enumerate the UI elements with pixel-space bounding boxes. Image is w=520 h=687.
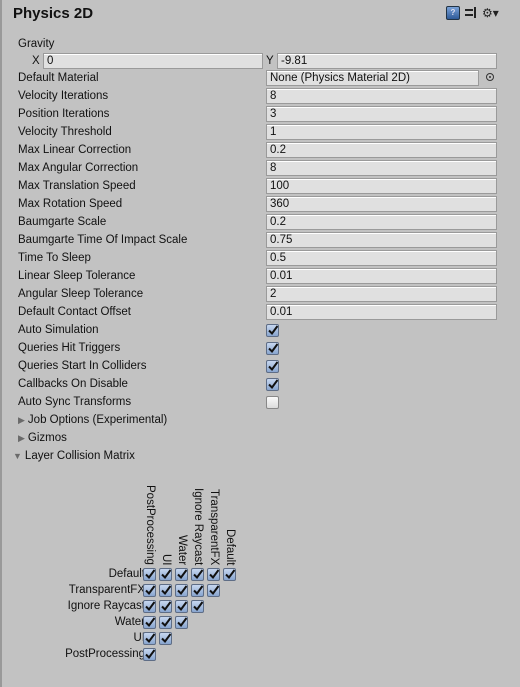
toggle-label: Auto Simulation: [18, 324, 99, 336]
matrix-column-label: TransparentFX: [208, 488, 220, 565]
matrix-checkbox[interactable]: [159, 632, 172, 645]
field-label: Velocity Threshold: [18, 126, 112, 138]
number-field[interactable]: 8: [266, 160, 497, 176]
matrix-checkbox[interactable]: [159, 616, 172, 629]
preset-icon[interactable]: [465, 7, 477, 19]
gravity-x-field[interactable]: 0: [43, 53, 263, 69]
field-label: Max Angular Correction: [18, 162, 139, 174]
gravity-y-field[interactable]: -9.81: [277, 53, 497, 69]
matrix-row-label: Default: [108, 568, 145, 580]
matrix-checkbox[interactable]: [175, 584, 188, 597]
toggle-checkbox[interactable]: [266, 360, 279, 373]
matrix-checkbox[interactable]: [143, 568, 156, 581]
field-label: Baumgarte Time Of Impact Scale: [18, 234, 188, 246]
foldout-label: Job Options (Experimental): [27, 414, 168, 426]
object-picker-icon[interactable]: [486, 73, 494, 81]
help-icon[interactable]: ?: [446, 6, 460, 20]
field-label: Max Rotation Speed: [18, 198, 123, 210]
matrix-checkbox[interactable]: [191, 568, 204, 581]
matrix-checkbox[interactable]: [159, 600, 172, 613]
matrix-row-label: PostProcessing: [65, 648, 145, 660]
foldout-0[interactable]: ▶ Job Options (Experimental): [18, 411, 167, 429]
toggle-label: Queries Hit Triggers: [18, 342, 121, 354]
field-label: Velocity Iterations: [18, 90, 109, 102]
number-field[interactable]: 0.01: [266, 304, 497, 320]
matrix-checkbox[interactable]: [207, 568, 220, 581]
toggle-label: Queries Start In Colliders: [18, 360, 147, 372]
matrix-checkbox[interactable]: [143, 616, 156, 629]
field-label: Linear Sleep Tolerance: [18, 270, 136, 282]
foldout-label: Layer Collision Matrix: [24, 450, 135, 462]
number-field[interactable]: 0.01: [266, 268, 497, 284]
matrix-column-label: Water: [176, 534, 188, 565]
panel-left-border: [0, 0, 2, 687]
field-label: Max Linear Correction: [18, 144, 132, 156]
field-label: Position Iterations: [18, 108, 110, 120]
matrix-checkbox[interactable]: [143, 584, 156, 597]
toggle-checkbox[interactable]: [266, 342, 279, 355]
number-field[interactable]: 1: [266, 124, 497, 140]
triangle-right-icon: ▶: [18, 415, 25, 425]
default-material-label: Default Material: [18, 72, 99, 84]
triangle-right-icon: ▶: [18, 433, 25, 443]
number-field[interactable]: 3: [266, 106, 497, 122]
matrix-checkbox[interactable]: [191, 600, 204, 613]
toggle-label: Auto Sync Transforms: [18, 396, 132, 408]
field-label: Default Contact Offset: [18, 306, 131, 318]
matrix-column-label: PostProcessing: [144, 485, 156, 565]
panel-title: Physics 2D: [13, 5, 94, 22]
matrix-row-label: Water: [114, 616, 145, 628]
number-field[interactable]: 2: [266, 286, 497, 302]
gear-icon[interactable]: ⚙▾: [482, 7, 499, 19]
foldout-2[interactable]: ▼ Layer Collision Matrix: [13, 447, 135, 465]
triangle-down-icon: ▼: [13, 451, 22, 461]
matrix-row-label: TransparentFX: [68, 584, 145, 596]
default-material-field[interactable]: None (Physics Material 2D): [266, 70, 479, 86]
field-label: Baumgarte Scale: [18, 216, 107, 228]
foldout-1[interactable]: ▶ Gizmos: [18, 429, 67, 447]
toggle-checkbox[interactable]: [266, 378, 279, 391]
matrix-checkbox[interactable]: [223, 568, 236, 581]
matrix-row-label: Ignore Raycast: [67, 600, 145, 612]
matrix-checkbox[interactable]: [207, 584, 220, 597]
number-field[interactable]: 0.2: [266, 142, 497, 158]
matrix-checkbox[interactable]: [143, 600, 156, 613]
matrix-checkbox[interactable]: [159, 568, 172, 581]
field-label: Max Translation Speed: [18, 180, 136, 192]
toggle-checkbox[interactable]: [266, 396, 279, 409]
gravity-x-label: X: [32, 55, 40, 67]
toggle-checkbox[interactable]: [266, 324, 279, 337]
matrix-column-label: UI: [160, 553, 172, 566]
toggle-label: Callbacks On Disable: [18, 378, 128, 390]
number-field[interactable]: 0.5: [266, 250, 497, 266]
matrix-column-label: Ignore Raycast: [192, 487, 204, 565]
number-field[interactable]: 8: [266, 88, 497, 104]
matrix-checkbox[interactable]: [159, 584, 172, 597]
number-field[interactable]: 360: [266, 196, 497, 212]
matrix-checkbox[interactable]: [175, 616, 188, 629]
gravity-y-label: Y: [266, 55, 274, 67]
field-label: Time To Sleep: [18, 252, 91, 264]
field-label: Angular Sleep Tolerance: [18, 288, 144, 300]
foldout-label: Gizmos: [27, 432, 67, 444]
matrix-checkbox[interactable]: [143, 648, 156, 661]
number-field[interactable]: 100: [266, 178, 497, 194]
matrix-column-label: Default: [224, 528, 236, 565]
matrix-checkbox[interactable]: [143, 632, 156, 645]
matrix-checkbox[interactable]: [175, 568, 188, 581]
header-icons: ? ⚙▾: [446, 6, 499, 20]
number-field[interactable]: 0.2: [266, 214, 497, 230]
matrix-checkbox[interactable]: [175, 600, 188, 613]
number-field[interactable]: 0.75: [266, 232, 497, 248]
matrix-checkbox[interactable]: [191, 584, 204, 597]
gravity-label: Gravity: [18, 38, 55, 50]
